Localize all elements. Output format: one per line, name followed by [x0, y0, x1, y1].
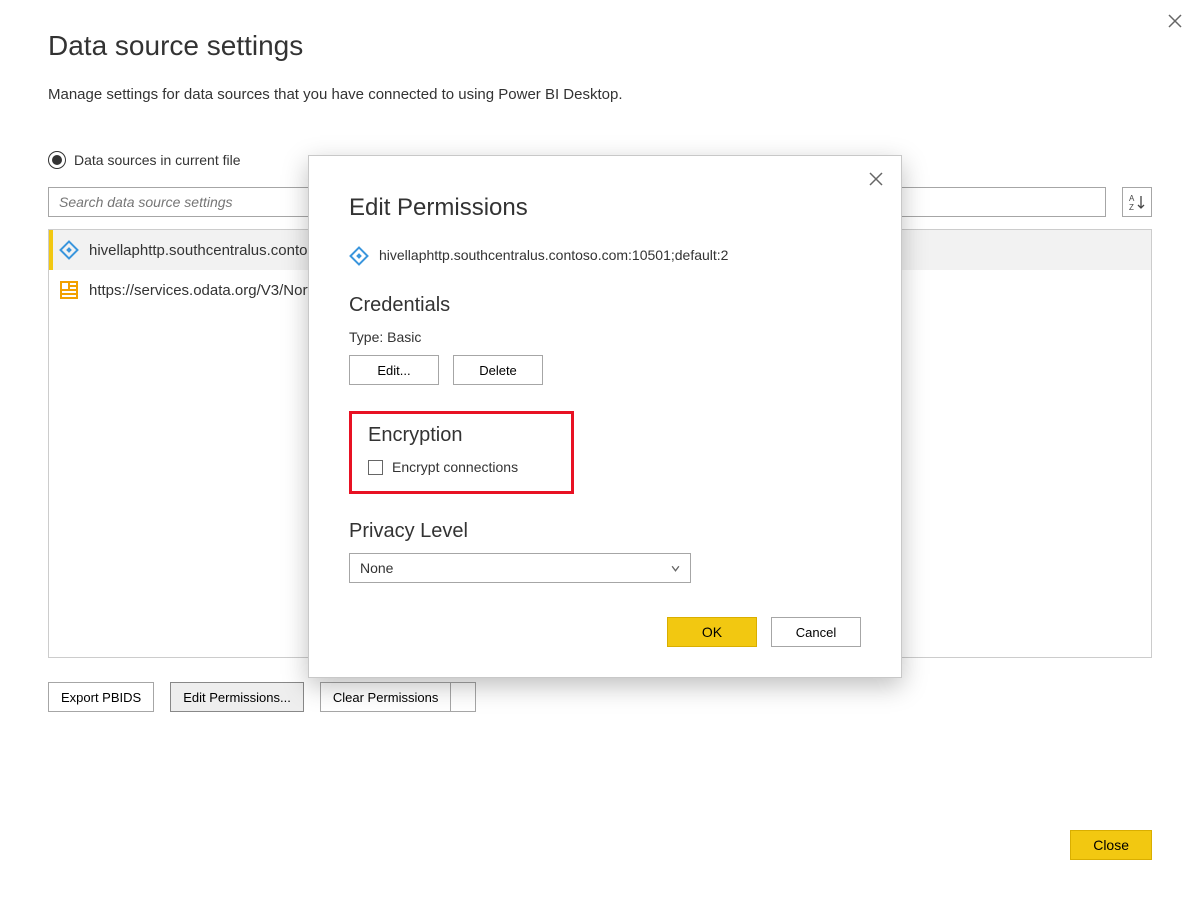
sort-button[interactable]: A Z	[1122, 187, 1152, 217]
credentials-type-label: Type: Basic	[349, 329, 861, 345]
clear-permissions-split-button[interactable]: Clear Permissions	[320, 682, 476, 712]
clear-permissions-dropdown[interactable]	[451, 682, 476, 712]
ok-button[interactable]: OK	[667, 617, 757, 647]
encryption-heading: Encryption	[368, 424, 555, 447]
edit-permissions-dialog: Edit Permissions hivellaphttp.southcentr…	[308, 155, 902, 678]
dialog-close-icon[interactable]	[869, 172, 883, 186]
close-button[interactable]: Close	[1070, 830, 1152, 860]
radio-label: Data sources in current file	[74, 152, 241, 168]
sort-az-icon: A Z	[1128, 193, 1146, 211]
dialog-title: Edit Permissions	[349, 194, 861, 222]
cancel-button[interactable]: Cancel	[771, 617, 861, 647]
export-pbids-button[interactable]: Export PBIDS	[48, 682, 154, 712]
encrypt-connections-checkbox[interactable]	[368, 460, 383, 475]
radio-icon	[48, 151, 66, 169]
data-source-icon	[349, 246, 369, 264]
svg-text:Z: Z	[1129, 203, 1134, 211]
page-title: Data source settings	[48, 30, 1152, 62]
credentials-delete-button[interactable]: Delete	[453, 355, 543, 385]
privacy-level-select[interactable]: None	[349, 553, 691, 583]
data-source-icon	[59, 240, 79, 260]
credentials-heading: Credentials	[349, 294, 861, 317]
page-subtitle: Manage settings for data sources that yo…	[48, 86, 1152, 103]
dialog-source-label: hivellaphttp.southcentralus.contoso.com:…	[379, 247, 728, 263]
edit-permissions-button[interactable]: Edit Permissions...	[170, 682, 304, 712]
credentials-edit-button[interactable]: Edit...	[349, 355, 439, 385]
privacy-level-value: None	[360, 560, 393, 576]
encryption-section-highlight: Encryption Encrypt connections	[349, 411, 574, 494]
chevron-down-icon	[671, 564, 680, 573]
odata-icon	[59, 280, 79, 300]
svg-text:A: A	[1129, 194, 1135, 203]
clear-permissions-button[interactable]: Clear Permissions	[320, 682, 451, 712]
privacy-level-heading: Privacy Level	[349, 520, 861, 543]
encrypt-connections-label: Encrypt connections	[392, 459, 518, 475]
